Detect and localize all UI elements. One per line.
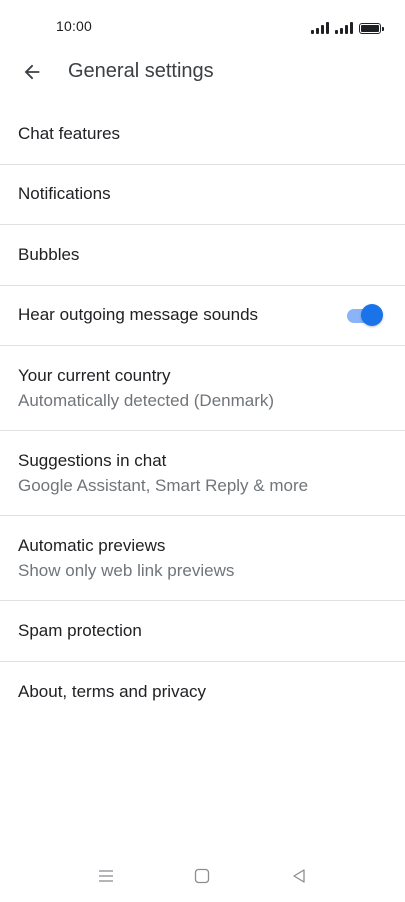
setting-notifications[interactable]: Notifications: [0, 165, 405, 225]
signal-icon: [311, 22, 329, 34]
setting-subtitle: Show only web link previews: [18, 560, 235, 580]
home-square-icon: [194, 868, 210, 884]
nav-home-button[interactable]: [190, 864, 214, 888]
setting-current-country[interactable]: Your current country Automatically detec…: [0, 346, 405, 431]
status-bar: 10:00: [0, 0, 405, 52]
setting-title: About, terms and privacy: [18, 681, 207, 701]
app-bar: General settings: [0, 52, 405, 92]
setting-about-terms-privacy[interactable]: About, terms and privacy: [0, 662, 405, 723]
setting-chat-features[interactable]: Chat features: [0, 104, 405, 165]
setting-title: Your current country: [18, 365, 171, 385]
setting-subtitle: Automatically detected (Denmark): [18, 390, 275, 410]
nav-menu-button[interactable]: [94, 864, 118, 888]
setting-spam-protection[interactable]: Spam protection: [0, 601, 405, 662]
arrow-left-icon: [24, 64, 40, 80]
back-triangle-icon: [293, 869, 305, 883]
setting-title: Spam protection: [18, 620, 142, 640]
settings-list: Chat features Notifications Bubbles Hear…: [0, 104, 405, 722]
setting-title: Automatic previews: [18, 535, 166, 555]
page-title: General settings: [68, 60, 214, 82]
setting-title: Notifications: [18, 184, 111, 204]
setting-suggestions-in-chat[interactable]: Suggestions in chat Google Assistant, Sm…: [0, 431, 405, 516]
outgoing-sounds-toggle[interactable]: [347, 304, 383, 327]
setting-title: Suggestions in chat: [18, 450, 167, 470]
setting-subtitle: Google Assistant, Smart Reply & more: [18, 475, 309, 495]
setting-automatic-previews[interactable]: Automatic previews Show only web link pr…: [0, 516, 405, 601]
setting-bubbles[interactable]: Bubbles: [0, 225, 405, 286]
battery-icon: [359, 23, 384, 34]
status-time: 10:00: [56, 18, 93, 34]
toggle-thumb: [361, 304, 383, 327]
setting-title: Chat features: [18, 123, 121, 143]
nav-bar: [0, 850, 405, 902]
signal-icon: [335, 22, 353, 34]
menu-icon: [99, 870, 113, 882]
setting-title: Bubbles: [18, 244, 80, 264]
screen: 10:00 General settings Chat features Not…: [0, 0, 405, 902]
setting-title: Hear outgoing message sounds: [18, 305, 259, 325]
back-button[interactable]: [16, 56, 48, 88]
setting-outgoing-sounds[interactable]: Hear outgoing message sounds: [0, 286, 405, 346]
nav-back-button[interactable]: [287, 864, 311, 888]
status-icons: [311, 18, 384, 34]
